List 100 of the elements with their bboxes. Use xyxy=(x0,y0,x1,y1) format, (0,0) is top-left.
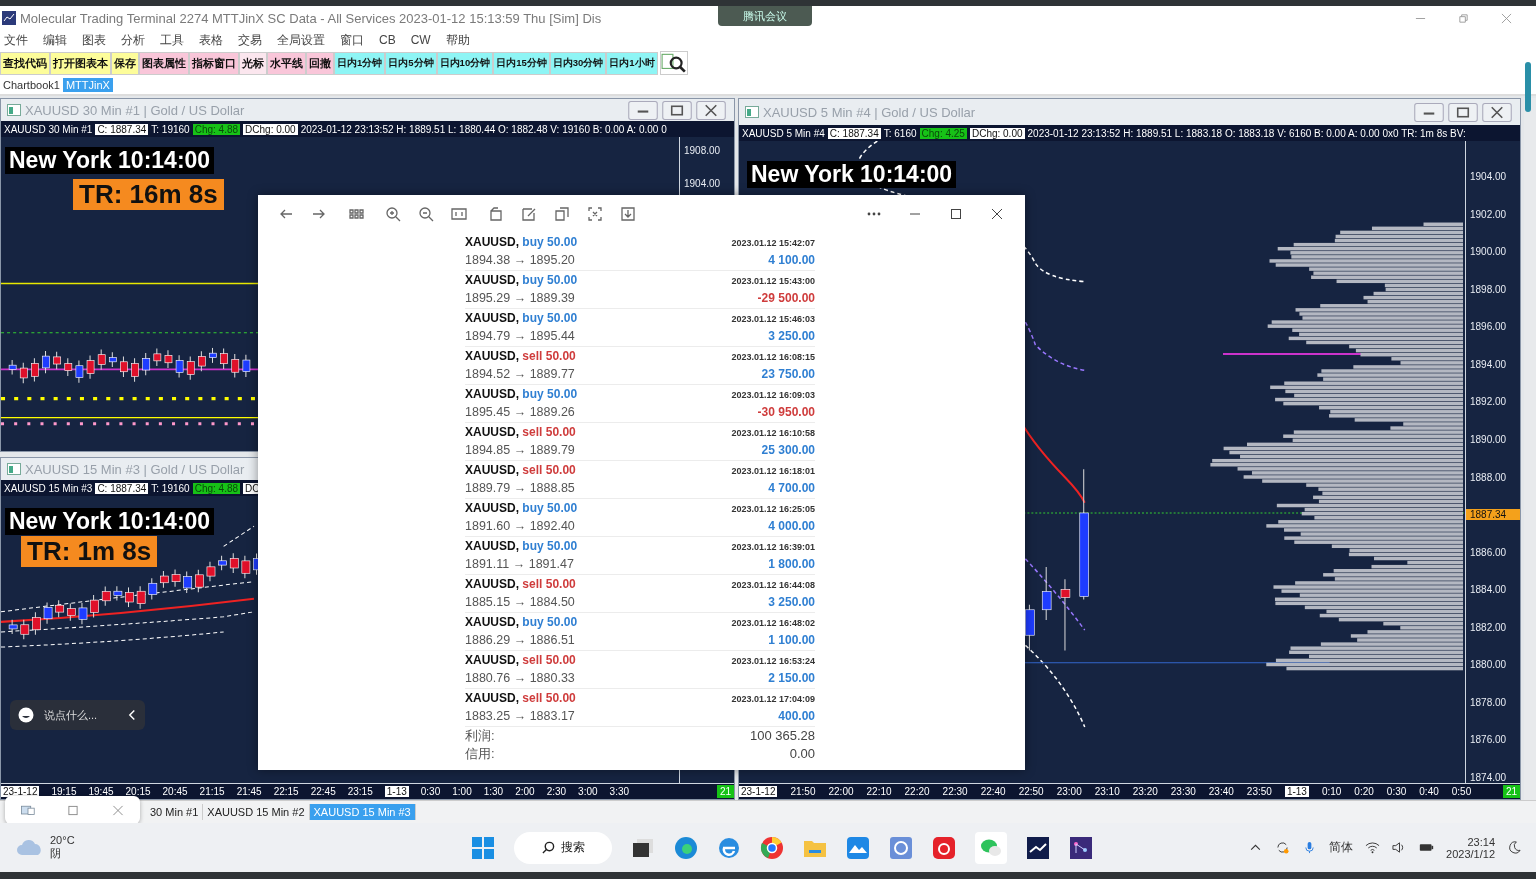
menu-item[interactable]: CW xyxy=(410,33,431,47)
toolbar-button[interactable]: 打开图表本 xyxy=(50,51,111,75)
maximize-icon[interactable] xyxy=(662,100,692,120)
download-icon[interactable] xyxy=(620,206,636,222)
chart-symbol: XAUUSD 5 Min #4 xyxy=(742,127,825,139)
chart-tab[interactable]: XAUUSD 15 Min #2 xyxy=(203,804,310,820)
trade-count: T: 6160 xyxy=(883,127,917,139)
toolbar-button[interactable]: 指标窗口 xyxy=(189,51,239,75)
menu-item[interactable]: 全局设置 xyxy=(277,31,325,49)
network-graph-icon[interactable] xyxy=(1069,835,1093,860)
taskbar-time[interactable]: 23:14 xyxy=(1467,835,1495,848)
minimize-icon[interactable] xyxy=(1414,102,1444,122)
close-price: C: 1887.34 xyxy=(95,123,149,135)
menu-item[interactable]: 交易 xyxy=(238,31,262,49)
menu-item[interactable]: CB xyxy=(379,33,396,47)
chat-input[interactable]: 说点什么... xyxy=(10,700,145,730)
candle xyxy=(75,360,84,384)
toolbar-button[interactable]: 日内30分钟 xyxy=(549,51,607,75)
price-label: 1900.00 xyxy=(1469,246,1508,258)
time-label: 23:10 xyxy=(1094,786,1120,797)
toolbar-button[interactable]: 光标 xyxy=(239,51,267,75)
mountain-app-icon[interactable] xyxy=(846,835,870,860)
trade-order: XAUUSD, sell 50.00 xyxy=(465,690,576,707)
time-label: 20:15 xyxy=(125,786,151,797)
symbol-search-icon[interactable] xyxy=(659,51,688,75)
scroll-handle-icon[interactable] xyxy=(1524,62,1532,112)
grid-icon[interactable] xyxy=(348,206,364,222)
menu-item[interactable]: 图表 xyxy=(82,31,106,49)
maximize-icon[interactable] xyxy=(948,206,964,222)
candle xyxy=(120,356,128,378)
menu-item[interactable]: 文件 xyxy=(4,31,28,49)
trade-time: 2023.01.12 15:42:07 xyxy=(731,237,815,250)
candle xyxy=(195,569,204,593)
battery-icon[interactable] xyxy=(1419,841,1435,854)
clock-label: New York 10:14:00 xyxy=(5,508,215,535)
wifi-icon[interactable] xyxy=(1365,841,1381,854)
price-label: 1880.00 xyxy=(1469,659,1508,671)
time-label: 0:10 xyxy=(1321,786,1342,797)
toolbar-button[interactable]: 日内15分钟 xyxy=(493,51,550,75)
menu-item[interactable]: 窗口 xyxy=(340,31,364,49)
taskbar-date[interactable]: 2023/1/12 xyxy=(1446,847,1495,860)
close-price: C: 1887.34 xyxy=(95,482,149,494)
menu-item[interactable]: 分析 xyxy=(121,31,145,49)
trade-prices: 1894.85 → 1889.79 xyxy=(465,442,575,459)
trade-time: 2023.01.12 16:25:05 xyxy=(731,503,815,516)
menu-item[interactable]: 工具 xyxy=(160,31,184,49)
toolbar-button[interactable]: 日内1小时 xyxy=(606,51,658,75)
toolbar-button[interactable]: 日内5分钟 xyxy=(385,51,437,75)
price-label: 1888.00 xyxy=(1469,471,1508,483)
music-app-icon[interactable] xyxy=(932,835,956,860)
trade-time: 2023.01.12 16:53:24 xyxy=(731,655,815,668)
toolbar-button[interactable]: 保存 xyxy=(111,51,139,75)
candle xyxy=(19,362,28,384)
moon-icon[interactable] xyxy=(1507,841,1522,854)
browser-icon[interactable] xyxy=(760,835,784,860)
trade-order: XAUUSD, sell 50.00 xyxy=(465,576,576,593)
close-price: C: 1887.34 xyxy=(827,127,881,139)
close-icon[interactable] xyxy=(696,100,726,120)
trade-profit: -30 950.00 xyxy=(757,404,815,421)
chart-tab[interactable]: 30 Min #1 xyxy=(146,804,204,820)
copy-icon[interactable] xyxy=(554,206,570,222)
zoom-in-icon[interactable] xyxy=(385,206,401,222)
timer-label: TR: 16m 8s xyxy=(73,179,224,210)
trade-profit: 2 150.00 xyxy=(768,670,815,687)
sync-icon[interactable] xyxy=(1275,841,1291,854)
fit-icon[interactable] xyxy=(451,206,467,222)
emoji-icon[interactable] xyxy=(18,707,34,723)
close-icon[interactable] xyxy=(1482,102,1512,122)
chartbook-tab[interactable]: Chartbook1 xyxy=(0,78,63,92)
menu-item[interactable]: 帮助 xyxy=(445,31,470,49)
zoom-out-icon[interactable] xyxy=(418,206,434,222)
toolbar-button[interactable]: 日内10分钟 xyxy=(436,51,494,75)
trading-app-icon[interactable] xyxy=(1026,835,1050,860)
menu-item[interactable]: 表格 xyxy=(199,31,223,49)
toolbar-button[interactable]: 日内1分钟 xyxy=(334,51,386,75)
candle xyxy=(153,348,162,367)
time-label: 21:15 xyxy=(199,786,225,797)
toolbar-button[interactable]: 回撤 xyxy=(306,51,334,75)
minimize-icon[interactable] xyxy=(628,100,658,120)
toolbar-button[interactable]: 查找代码 xyxy=(0,51,50,75)
toolbar-button[interactable]: 水平线 xyxy=(267,51,306,75)
start-icon[interactable] xyxy=(471,835,495,860)
browser-icon[interactable] xyxy=(717,835,741,860)
maximize-icon[interactable] xyxy=(1448,102,1478,122)
screen-capture-icon[interactable] xyxy=(889,835,913,860)
chart-symbol: XAUUSD 15 Min #3 xyxy=(4,482,93,494)
input-method[interactable]: 简体 xyxy=(1329,839,1354,856)
browser-icon[interactable] xyxy=(674,835,698,860)
taskbar-search[interactable]: 搜索 xyxy=(514,831,612,864)
close-icon[interactable] xyxy=(989,206,1005,222)
fullscreen-icon[interactable] xyxy=(587,206,603,222)
meeting-badge[interactable]: 腾讯会议 xyxy=(718,6,812,26)
edit-icon[interactable] xyxy=(521,206,537,222)
toolbar-button[interactable]: 图表属性 xyxy=(139,51,189,75)
candle xyxy=(160,570,169,589)
chevron-left-icon[interactable] xyxy=(128,709,137,721)
candle xyxy=(55,599,65,618)
menu-item[interactable]: 编辑 xyxy=(43,31,67,49)
rotate-icon[interactable] xyxy=(488,206,504,222)
price-label: 1904.00 xyxy=(1469,171,1508,182)
